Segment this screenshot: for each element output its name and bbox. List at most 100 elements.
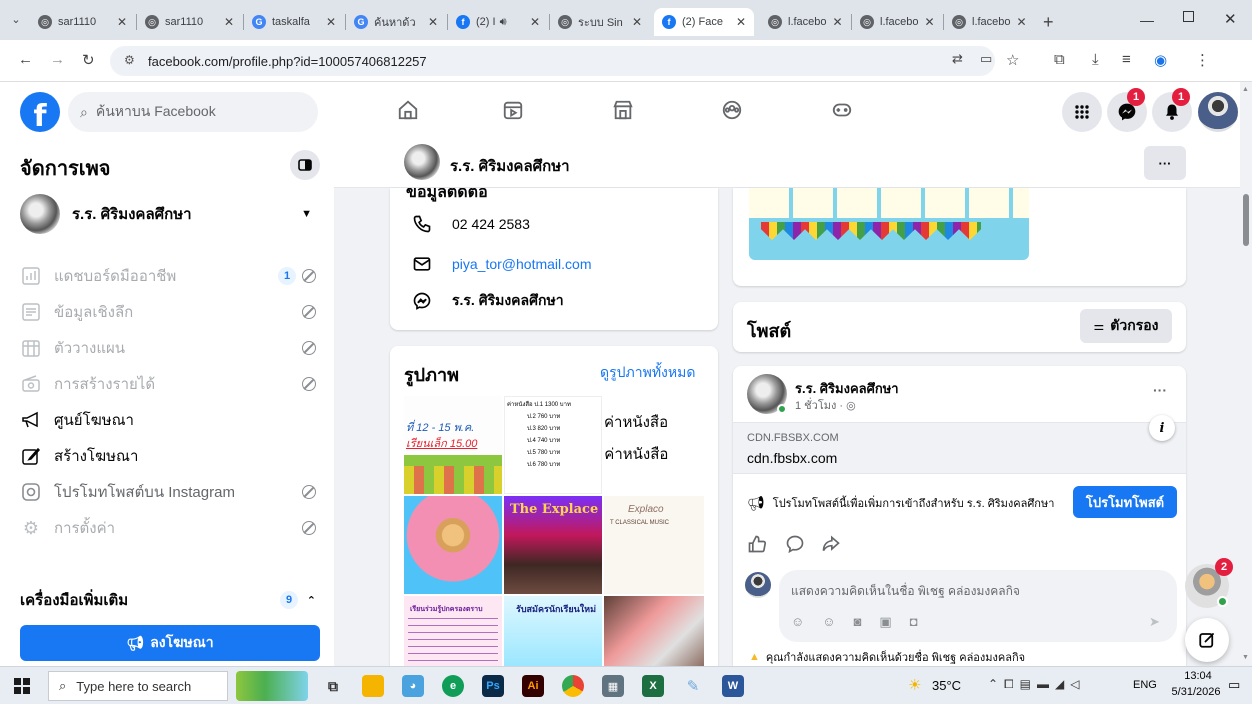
close-icon[interactable]: ✕ — [919, 15, 935, 29]
browser-tab[interactable]: ◎ sar1110 ✕ — [30, 8, 135, 36]
featured-image[interactable] — [749, 188, 1029, 260]
new-message-button[interactable] — [1185, 618, 1229, 662]
more-tools-toggle[interactable]: เครื่องมือเพิ่มเติม 9 ⌃ — [20, 582, 320, 618]
email-link[interactable]: piya_tor@hotmail.com — [452, 256, 592, 272]
scroll-thumb[interactable] — [1243, 194, 1249, 246]
photo-thumbnail[interactable]: ค่าหนังสือ 3 ค่าหนังสือ — [604, 396, 704, 494]
emoji-icon[interactable]: ☺ — [822, 614, 835, 630]
close-icon[interactable]: ✕ — [827, 15, 843, 29]
sidebar-item-settings[interactable]: ⚙ การตั้งค่า — [20, 510, 320, 546]
browser-tab[interactable]: ◎ ระบบ Sin ✕ — [550, 8, 650, 36]
new-tab-button[interactable]: + — [1043, 12, 1054, 33]
photo-thumbnail[interactable] — [404, 496, 502, 594]
browser-tab[interactable]: ◎ l.facebo ✕ — [944, 8, 1034, 36]
bookmark-star-icon[interactable]: ☆ — [1006, 51, 1019, 69]
back-icon[interactable]: ← — [18, 51, 33, 68]
download-icon[interactable]: ⤓ — [1092, 51, 1099, 68]
browser-tab[interactable]: Gtaskalfa ✕ — [244, 8, 344, 36]
pen-app-icon[interactable]: ✎ — [682, 675, 704, 697]
scroll-down-arrow[interactable]: ▼ — [1242, 654, 1249, 661]
close-icon[interactable]: ✕ — [320, 15, 336, 29]
page-switcher[interactable]: ร.ร. ศิริมงคลศึกษา ▼ — [20, 194, 320, 234]
browser-tab[interactable]: ◎ l.facebo ✕ — [760, 8, 850, 36]
filter-button[interactable]: ⚌ ตัวกรอง — [1080, 309, 1172, 343]
gif-icon[interactable]: ▣ — [879, 614, 891, 630]
sticker-icon[interactable]: ◘ — [910, 614, 918, 630]
weather-widget-image[interactable] — [236, 671, 308, 701]
photoshop-icon[interactable]: Ps — [482, 675, 504, 697]
close-icon[interactable]: ✕ — [422, 15, 438, 29]
install-icon[interactable]: ▭ — [980, 51, 992, 67]
browser-tab[interactable]: ◎ sar1110 ✕ — [137, 8, 242, 36]
marketplace-icon[interactable] — [609, 96, 637, 124]
photo-thumbnail[interactable]: ค่าหนังสือ ป.1 1300 บาท ป.2 760 บาท ป.3 … — [504, 396, 602, 494]
switch-view-button[interactable] — [290, 150, 320, 180]
photo-thumbnail[interactable]: เรียนร่วมรู้ปกครองตราบ — [404, 596, 502, 666]
sidebar-item-create-ad[interactable]: สร้างโฆษณา — [20, 438, 320, 474]
notification-center-icon[interactable]: ▭ — [1228, 677, 1240, 693]
clock-time[interactable]: 13:04 — [1168, 670, 1228, 682]
calculator-icon[interactable]: ▦ — [602, 675, 624, 697]
account-avatar[interactable] — [1198, 92, 1238, 132]
reading-list-icon[interactable]: ≡ — [1122, 51, 1131, 68]
sidebar-item-monetization[interactable]: การสร้างรายได้ — [20, 366, 320, 402]
sidebar-item-planner[interactable]: ตัววางแผน — [20, 330, 320, 366]
sidebar-item-insights[interactable]: ข้อมูลเชิงลึก — [20, 294, 320, 330]
photo-thumbnail[interactable] — [604, 596, 704, 666]
close-icon[interactable]: ✕ — [626, 15, 642, 29]
reload-icon[interactable]: ↻ — [82, 51, 95, 69]
close-icon[interactable]: ✕ — [730, 15, 746, 29]
close-icon[interactable]: ✕ — [218, 15, 234, 29]
share-icon[interactable] — [821, 534, 841, 557]
word-icon[interactable]: W — [722, 675, 744, 697]
url-input[interactable]: ⚙ facebook.com/profile.php?id=1000574068… — [110, 46, 995, 76]
advertise-button[interactable]: 📢︎ ลงโฆษณา — [20, 625, 320, 661]
gaming-icon[interactable] — [828, 96, 856, 124]
minimize-button[interactable]: — — [1140, 12, 1154, 28]
facebook-logo[interactable]: f — [20, 92, 60, 132]
taskbar-search-box[interactable]: ⌕ Type here to search — [48, 671, 228, 701]
illustrator-icon[interactable]: Ai — [522, 675, 544, 697]
comment-icon[interactable] — [785, 534, 805, 557]
photo-thumbnail[interactable]: The Explace — [504, 496, 602, 594]
file-explorer-icon[interactable] — [362, 675, 384, 697]
link-preview[interactable]: CDN.FBSBX.COM cdn.fbsbx.com i — [733, 415, 1186, 474]
scroll-up-arrow[interactable]: ▲ — [1242, 86, 1249, 93]
info-icon[interactable]: i — [1149, 415, 1175, 441]
camera-icon[interactable]: ◙ — [854, 614, 862, 630]
language-indicator[interactable]: ENG — [1133, 679, 1157, 691]
temperature[interactable]: 35°C — [932, 678, 961, 693]
menu-kebab-icon[interactable]: ⋮ — [1195, 51, 1210, 69]
restore-button[interactable] — [1183, 11, 1194, 22]
sidebar-item-ad-center[interactable]: ศูนย์โฆษณา — [20, 402, 320, 438]
edge-icon[interactable]: e — [442, 675, 464, 697]
browser-tab-active[interactable]: f (2) Face ✕ — [654, 8, 754, 36]
avatar-sticker-icon[interactable]: ☺ — [791, 614, 804, 630]
video-icon[interactable] — [499, 96, 527, 124]
photo-thumbnail[interactable]: ที่ 12 - 15 พ.ค. เรียนเล็ก 15.00 — [404, 396, 502, 494]
close-icon[interactable]: ✕ — [524, 15, 540, 29]
windows-start-icon[interactable] — [14, 678, 30, 694]
close-window-button[interactable]: ✕ — [1224, 10, 1237, 28]
site-info-icon[interactable]: ⚙ — [124, 53, 135, 67]
task-view-icon[interactable]: ⧉ — [322, 675, 344, 697]
post-options-button[interactable]: ··· — [1153, 382, 1167, 398]
clock-date[interactable]: 5/31/2026 — [1164, 686, 1228, 698]
see-all-photos-link[interactable]: ดูรูปภาพทั้งหมด — [600, 362, 695, 384]
profile-icon[interactable]: ◉ — [1154, 51, 1167, 69]
photo-thumbnail[interactable]: Explaco T CLASSICAL MUSIC — [604, 496, 704, 594]
extensions-icon[interactable]: ⧉ — [1054, 51, 1065, 68]
forward-icon[interactable]: → — [50, 51, 65, 68]
chrome-icon[interactable] — [562, 675, 584, 697]
like-icon[interactable] — [747, 534, 767, 557]
close-icon[interactable]: ✕ — [111, 15, 127, 29]
groups-icon[interactable] — [718, 96, 746, 124]
promote-post-button[interactable]: โปรโมทโพสต์ — [1073, 486, 1177, 518]
menu-grid-button[interactable] — [1062, 92, 1102, 132]
browser-tab[interactable]: ◎ l.facebo ✕ — [852, 8, 942, 36]
paint-icon[interactable]: ◕ — [402, 675, 424, 697]
browser-tab[interactable]: f (2) I 🔊︎ ✕ — [448, 8, 548, 36]
browser-tab[interactable]: G ค้นหาด้ว ✕ — [346, 8, 446, 36]
close-icon[interactable]: ✕ — [1011, 15, 1027, 29]
tab-search-icon[interactable]: ⌄ — [8, 13, 24, 29]
